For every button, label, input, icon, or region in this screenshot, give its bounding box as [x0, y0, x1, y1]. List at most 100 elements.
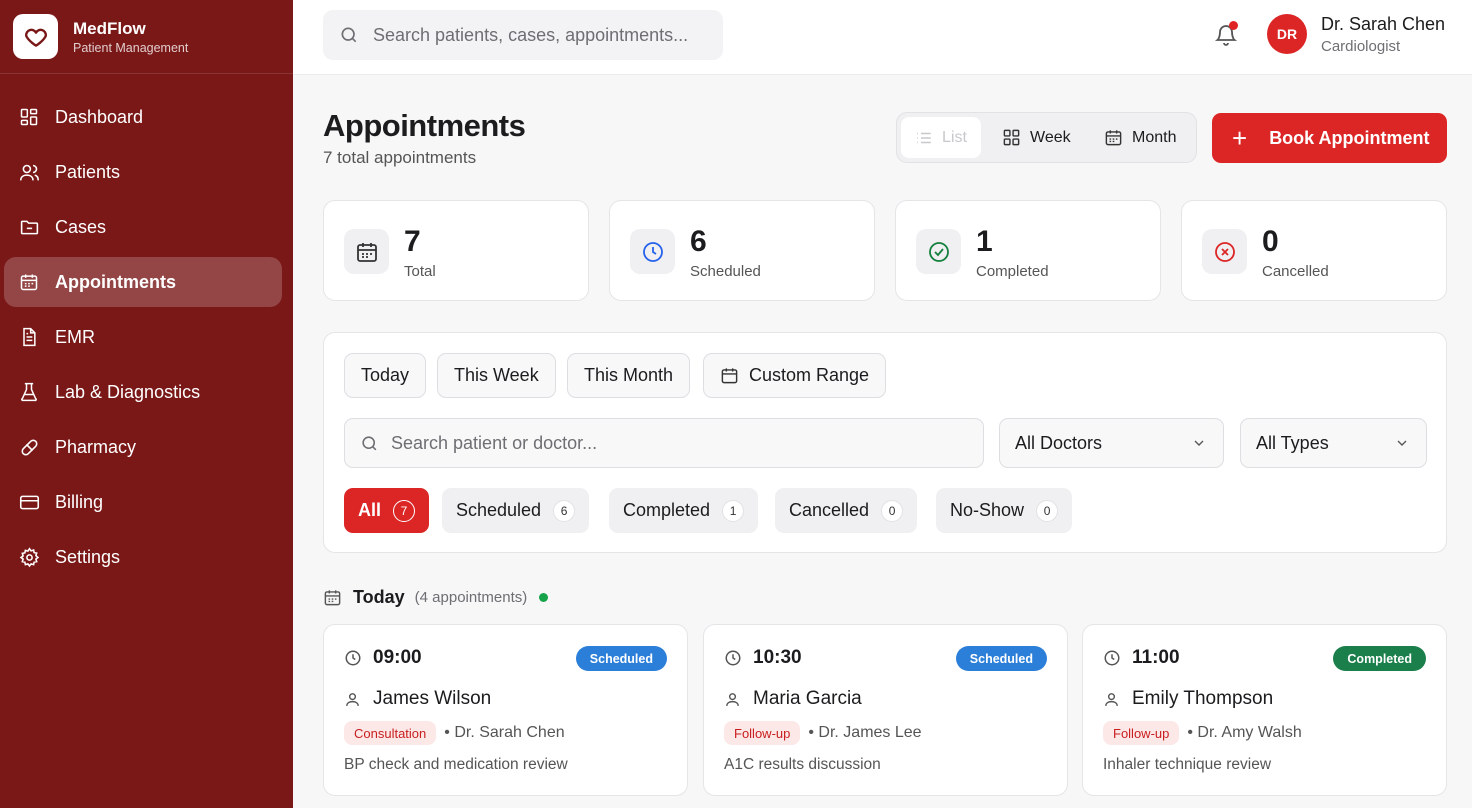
sidebar-item-cases[interactable]: Cases [4, 202, 282, 252]
range-this-week-button[interactable]: This Week [437, 353, 556, 398]
sidebar-item-settings[interactable]: Settings [4, 532, 282, 582]
patient-name: Emily Thompson [1132, 688, 1274, 709]
sidebar-item-billing[interactable]: Billing [4, 477, 282, 527]
chevron-down-icon [1191, 435, 1207, 451]
appointment-patient: Maria Garcia [724, 688, 862, 710]
status-filter-label: No-Show [950, 500, 1025, 520]
appointment-time: 10:30 [724, 647, 802, 669]
range-this-month-button[interactable]: This Month [567, 353, 691, 398]
range-custom-button[interactable]: Custom Range [703, 353, 887, 398]
sidebar-item-patients[interactable]: Patients [4, 147, 282, 197]
status-count-badge: 0 [1036, 499, 1059, 522]
status-count-badge: 0 [881, 499, 904, 522]
stat-value: 7 [404, 225, 421, 258]
view-toggle: List Week Month [896, 112, 1197, 163]
folder-icon [18, 216, 40, 238]
chevron-down-icon [1394, 435, 1410, 451]
doctor-select[interactable]: All Doctors [999, 418, 1224, 468]
stat-card-total: 7 Total [323, 200, 589, 301]
calendar-icon [1104, 128, 1123, 147]
avatar[interactable]: DR [1267, 14, 1307, 54]
sidebar-item-label: Cases [55, 216, 107, 237]
appointment-doctor: • Dr. Amy Walsh [1187, 724, 1302, 741]
status-filter-completed[interactable]: Completed 1 [609, 488, 759, 533]
sidebar-item-pharmacy[interactable]: Pharmacy [4, 422, 282, 472]
appointment-type-badge: Consultation [344, 721, 437, 745]
view-month-button[interactable]: Month [1104, 117, 1176, 158]
appointment-card[interactable]: 10:30 Scheduled Maria Garcia Follow-up •… [703, 624, 1068, 796]
search-icon [360, 434, 379, 453]
dashboard-icon [18, 106, 40, 128]
type-select[interactable]: All Types [1240, 418, 1427, 468]
status-count-badge: 6 [553, 499, 576, 522]
user-name[interactable]: Dr. Sarah Chen [1321, 14, 1445, 35]
brand-subtitle: Patient Management [73, 40, 189, 55]
status-filter-all[interactable]: All 7 [344, 488, 430, 533]
global-search[interactable] [323, 10, 723, 60]
appointment-card[interactable]: 09:00 Scheduled James Wilson Consultatio… [323, 624, 688, 796]
view-list-label: List [942, 128, 967, 146]
sidebar-item-label: EMR [55, 326, 95, 347]
pill-icon [18, 436, 40, 458]
doctor-select-value: All Doctors [1015, 432, 1103, 453]
status-filter-no-show[interactable]: No-Show 0 [936, 488, 1073, 533]
notifications-button[interactable] [1211, 20, 1241, 50]
sidebar-item-appointments[interactable]: Appointments [4, 257, 282, 307]
appointment-time-value: 10:30 [753, 647, 802, 668]
today-label: Today [353, 586, 405, 607]
stat-card-completed: 1 Completed [895, 200, 1161, 301]
range-today-button[interactable]: Today [344, 353, 427, 398]
sidebar-item-label: Dashboard [55, 106, 144, 127]
sidebar: MedFlow Patient Management Dashboard Pat… [0, 0, 293, 808]
brand[interactable]: MedFlow Patient Management [0, 0, 293, 74]
list-icon [915, 129, 933, 147]
x-circle-icon [1202, 229, 1247, 274]
user-role: Cardiologist [1321, 38, 1401, 55]
status-filter-label: Scheduled [456, 500, 542, 520]
search-icon [339, 25, 359, 45]
user-icon [344, 691, 361, 708]
status-badge: Scheduled [955, 646, 1047, 671]
status-badge: Scheduled [575, 646, 667, 671]
filter-search-input[interactable] [391, 432, 951, 454]
appointment-patient: Emily Thompson [1103, 688, 1273, 710]
stat-value: 0 [1262, 225, 1279, 258]
appointment-card[interactable]: 11:00 Completed Emily Thompson Follow-up… [1082, 624, 1447, 796]
flask-icon [18, 381, 40, 403]
user-icon [724, 691, 741, 708]
status-filter-cancelled[interactable]: Cancelled 0 [775, 488, 918, 533]
today-heading: Today (4 appointments) [323, 584, 549, 610]
appointment-doctor: • Dr. Sarah Chen [444, 724, 565, 741]
status-filter-scheduled[interactable]: Scheduled 6 [442, 488, 590, 533]
view-week-button[interactable]: Week [1002, 117, 1071, 158]
notification-dot [1229, 21, 1238, 30]
stat-label: Total [404, 263, 436, 280]
sidebar-nav: Dashboard Patients Cases Appointments EM… [0, 74, 293, 582]
topbar: DR Dr. Sarah Chen Cardiologist [293, 0, 1472, 75]
book-appointment-button[interactable]: + Book Appointment [1212, 113, 1447, 163]
stat-label: Cancelled [1262, 263, 1329, 280]
user-icon [1103, 691, 1120, 708]
live-status-dot [539, 592, 549, 602]
clock-icon [630, 229, 675, 274]
calendar-icon [720, 366, 739, 385]
sidebar-item-label: Billing [55, 491, 104, 512]
stat-label: Scheduled [690, 263, 761, 280]
appointment-time-value: 09:00 [373, 647, 422, 668]
appointment-doctor: • Dr. James Lee [808, 724, 922, 741]
appointment-meta: Consultation • Dr. Sarah Chen [344, 721, 565, 745]
sidebar-item-dashboard[interactable]: Dashboard [4, 92, 282, 142]
view-list-button[interactable]: List [901, 117, 981, 158]
appointment-meta: Follow-up • Dr. Amy Walsh [1103, 721, 1302, 745]
book-appointment-label: Book Appointment [1269, 127, 1430, 148]
sidebar-item-emr[interactable]: EMR [4, 312, 282, 362]
global-search-input[interactable] [373, 24, 713, 46]
sidebar-item-label: Patients [55, 161, 121, 182]
status-filter-label: Completed [623, 500, 711, 520]
sidebar-item-label: Pharmacy [55, 436, 137, 457]
patient-name: James Wilson [373, 688, 492, 709]
filter-search[interactable] [344, 418, 984, 468]
stat-value: 1 [976, 225, 993, 258]
sidebar-item-lab[interactable]: Lab & Diagnostics [4, 367, 282, 417]
status-filter-label: All [358, 500, 382, 520]
